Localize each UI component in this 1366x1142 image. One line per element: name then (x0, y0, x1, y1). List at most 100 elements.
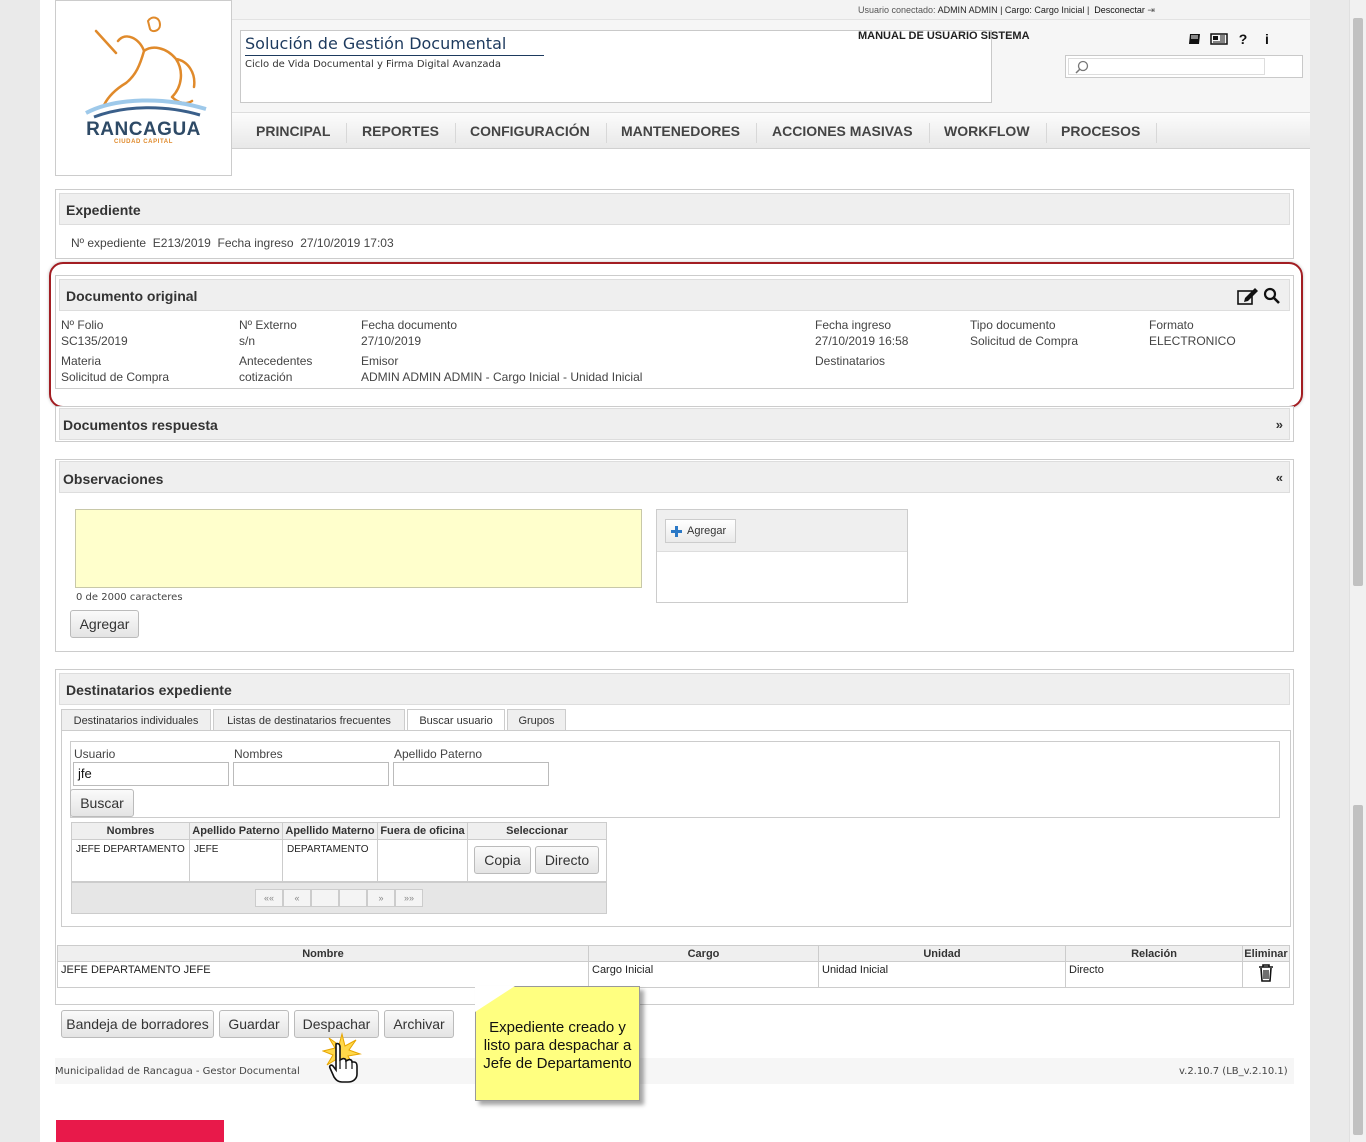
cell-nombres: JEFE DEPARTAMENTO (71, 839, 190, 882)
observaciones-title: Observaciones (63, 471, 164, 487)
observaciones-header[interactable]: Observaciones « (59, 461, 1290, 493)
documentos-respuesta-panel[interactable]: Documentos respuesta » (55, 406, 1294, 442)
brand-bar (56, 1120, 224, 1142)
global-search[interactable] (1065, 55, 1303, 78)
page: RANCAGUA CIUDAD CAPITAL Usuario conectad… (40, 0, 1310, 1142)
documentos-respuesta-title: Documentos respuesta (63, 417, 218, 433)
scrollbar-thumb-lower[interactable] (1353, 805, 1363, 1135)
usuario-input[interactable]: jfe (73, 762, 229, 786)
help-icon[interactable]: ? (1234, 30, 1252, 48)
search-icon (1075, 60, 1089, 74)
nombres-input[interactable] (233, 762, 389, 786)
col-apellido-materno: Apellido Materno (282, 822, 378, 840)
side-add-button[interactable]: Agregar (665, 519, 736, 543)
col-cargo: Cargo (588, 945, 819, 962)
highlight-frame (49, 262, 1303, 408)
logout-link[interactable]: Desconectar (1094, 5, 1145, 15)
scrollbar-thumb[interactable] (1353, 18, 1363, 586)
char-counter: 0 de 2000 caracteres (76, 592, 183, 603)
header-icons: ? i (1186, 30, 1276, 48)
expediente-header: Expediente (59, 193, 1290, 225)
documentos-respuesta-header[interactable]: Documentos respuesta » (59, 408, 1290, 440)
expediente-title: Expediente (66, 202, 141, 218)
bandeja-borradores-button[interactable]: Bandeja de borradores (61, 1010, 214, 1038)
pager-page[interactable] (311, 889, 339, 907)
observations-list: Agregar (656, 509, 908, 603)
pager-last[interactable]: »» (395, 889, 423, 907)
app-subtitle: Ciclo de Vida Documental y Firma Digital… (245, 59, 501, 70)
info-icon[interactable]: i (1258, 30, 1276, 48)
trash-icon[interactable] (1258, 964, 1274, 982)
selected-recipients-table: Nombre Cargo Unidad Relación Eliminar JE… (57, 945, 1290, 988)
hand-cursor-icon (328, 1042, 358, 1083)
pager-first[interactable]: «« (255, 889, 283, 907)
direct-button[interactable]: Directo (535, 846, 599, 874)
nav-configuracion[interactable]: CONFIGURACIÓN (470, 123, 607, 143)
col-nombre: Nombre (57, 945, 589, 962)
observations-list-header: Agregar (657, 510, 907, 552)
destinatarios-title: Destinatarios expediente (66, 682, 232, 698)
cell-fuera-oficina (377, 839, 468, 882)
pager-prev[interactable]: « (283, 889, 311, 907)
archivar-button[interactable]: Archivar (384, 1010, 454, 1038)
cell-apellido-materno: DEPARTAMENTO (282, 839, 378, 882)
footer-left: Municipalidad de Rancagua - Gestor Docum… (55, 1066, 300, 1077)
top-bar: Usuario conectado: ADMIN ADMIN | Cargo: … (232, 0, 1310, 20)
global-search-input[interactable] (1068, 58, 1265, 75)
vertical-scrollbar[interactable] (1349, 0, 1366, 1142)
destinatarios-header: Destinatarios expediente (59, 673, 1290, 705)
user-info: Usuario conectado: ADMIN ADMIN | Cargo: … (858, 5, 1155, 15)
plus-icon (671, 525, 682, 537)
add-observation-button[interactable]: Agregar (70, 610, 139, 638)
cell-unidad: Unidad Inicial (818, 961, 1066, 988)
collapse-chevron-icon[interactable]: « (1276, 470, 1283, 485)
col-relacion: Relación (1065, 945, 1243, 962)
copy-button[interactable]: Copia (474, 846, 531, 874)
cell-apellido-paterno: JEFE (189, 839, 283, 882)
usuario-label: Usuario (74, 747, 116, 761)
search-button[interactable]: Buscar (70, 789, 134, 817)
table-row: JEFE DEPARTAMENTO JEFE Cargo Inicial Uni… (57, 961, 1290, 988)
pager-next[interactable]: » (367, 889, 395, 907)
cell-nombre: JEFE DEPARTAMENTO JEFE (57, 961, 589, 988)
nav-procesos[interactable]: PROCESOS (1061, 123, 1158, 143)
nav-acciones-masivas[interactable]: ACCIONES MASIVAS (772, 123, 930, 143)
tab-buscar-usuario[interactable]: Buscar usuario (407, 709, 505, 732)
rancagua-logo: RANCAGUA CIUDAD CAPITAL (55, 0, 232, 176)
cell-relacion: Directo (1065, 961, 1243, 988)
nav-principal[interactable]: PRINCIPAL (256, 123, 348, 143)
nombres-label: Nombres (234, 747, 283, 761)
nav-reportes[interactable]: REPORTES (362, 123, 457, 143)
pager: «« « » »» (255, 889, 423, 907)
col-fuera-oficina: Fuera de oficina (377, 822, 468, 840)
app-title: Solución de Gestión Documental (245, 34, 544, 56)
apellido-paterno-input[interactable] (393, 762, 549, 786)
logo-text: RANCAGUA (86, 119, 201, 140)
col-unidad: Unidad (818, 945, 1066, 962)
col-eliminar: Eliminar (1242, 945, 1290, 962)
apellido-paterno-label: Apellido Paterno (394, 747, 483, 761)
pager-row: «« « » »» (71, 882, 607, 914)
logo-subtext: CIUDAD CAPITAL (114, 139, 173, 145)
horse-rider-logo-icon (85, 16, 207, 119)
logout-icon[interactable]: ⇥ (1147, 5, 1155, 15)
cell-eliminar (1242, 961, 1290, 988)
nav-mantenedores[interactable]: MANTENEDORES (621, 123, 758, 143)
col-nombres: Nombres (71, 822, 190, 840)
book-icon[interactable] (1186, 30, 1204, 48)
tab-grupos[interactable]: Grupos (507, 709, 566, 731)
nav-workflow[interactable]: WORKFLOW (944, 123, 1047, 143)
observaciones-textarea[interactable] (75, 509, 642, 588)
col-seleccionar: Seleccionar (467, 822, 607, 840)
news-icon[interactable] (1210, 30, 1228, 48)
manual-link[interactable]: MANUAL DE USUARIO SISTEMA (858, 30, 1030, 42)
pager-page[interactable] (339, 889, 367, 907)
callout-note: Expediente creado y listo para despachar… (475, 986, 640, 1101)
tab-destinatarios-individuales[interactable]: Destinatarios individuales (61, 709, 211, 731)
cell-cargo: Cargo Inicial (588, 961, 819, 988)
tab-listas-frecuentes[interactable]: Listas de destinatarios frecuentes (213, 709, 405, 731)
guardar-button[interactable]: Guardar (219, 1010, 289, 1038)
col-apellido-paterno: Apellido Paterno (189, 822, 283, 840)
footer-version: v.2.10.7 (LB_v.2.10.1) (1179, 1066, 1288, 1077)
expand-chevron-icon[interactable]: » (1276, 417, 1283, 432)
